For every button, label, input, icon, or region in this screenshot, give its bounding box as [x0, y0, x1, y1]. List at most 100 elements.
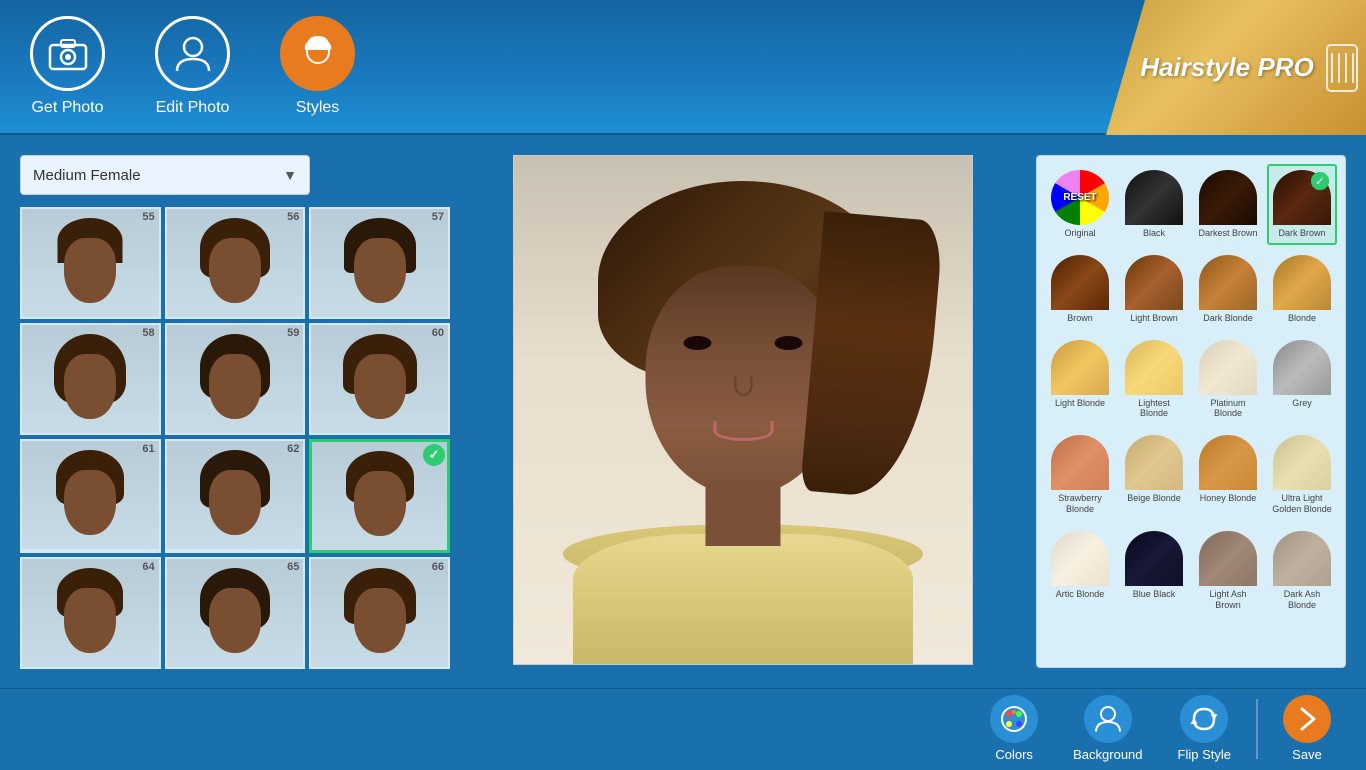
color-original[interactable]: RESET Original [1045, 164, 1115, 245]
color-light-blonde[interactable]: Light Blonde [1045, 334, 1115, 426]
flip-icon [1189, 704, 1219, 734]
styles-panel: Medium Female ▼ 55 [20, 155, 450, 668]
blue-black-swatch [1125, 531, 1183, 586]
color-label-original: Original [1064, 228, 1095, 239]
flip-style-button[interactable]: Flip Style [1163, 687, 1246, 770]
color-label-darkest-brown: Darkest Brown [1198, 228, 1257, 239]
dark-brown-swatch-wrap: ✓ [1273, 170, 1331, 225]
style-num-56: 56 [287, 211, 299, 223]
get-photo-label: Get Photo [31, 99, 103, 117]
bottom-divider [1256, 699, 1258, 759]
color-label-light-brown: Light Brown [1130, 313, 1178, 324]
nav-get-photo[interactable]: Get Photo [30, 16, 105, 117]
color-lightest-blonde[interactable]: Lightest Blonde [1119, 334, 1189, 426]
artic-blonde-swatch [1051, 531, 1109, 586]
color-darkest-brown[interactable]: Darkest Brown [1193, 164, 1263, 245]
lightest-blonde-swatch-wrap [1125, 340, 1183, 395]
style-num-64: 64 [142, 561, 154, 573]
background-button[interactable]: Background [1058, 687, 1157, 770]
styles-dropdown[interactable]: Medium Female ▼ [20, 155, 310, 195]
color-blue-black[interactable]: Blue Black [1119, 525, 1189, 617]
brand-area: Hairstyle PRO [1106, 0, 1366, 135]
color-dark-brown[interactable]: ✓ Dark Brown [1267, 164, 1337, 245]
dark-blonde-swatch [1199, 255, 1257, 310]
chevron-down-icon: ▼ [283, 167, 297, 183]
darkest-brown-swatch [1199, 170, 1257, 225]
color-label-lightest-blonde: Lightest Blonde [1123, 398, 1185, 420]
style-item-58[interactable]: 58 [20, 323, 161, 435]
color-honey-blonde[interactable]: Honey Blonde [1193, 429, 1263, 521]
grey-swatch [1273, 340, 1331, 395]
color-light-brown[interactable]: Light Brown [1119, 249, 1189, 330]
artic-blonde-swatch-wrap [1051, 531, 1109, 586]
style-item-60[interactable]: 60 [309, 323, 450, 435]
person-icon [175, 35, 211, 73]
color-label-honey-blonde: Honey Blonde [1200, 493, 1257, 504]
honey-blonde-swatch-wrap [1199, 435, 1257, 490]
color-ultra-light[interactable]: Ultra Light Golden Blonde [1267, 429, 1337, 521]
color-grid: RESET Original Black Darkest Brown [1045, 164, 1337, 616]
background-person-icon [1093, 704, 1123, 734]
color-strawberry-blonde[interactable]: Strawberry Blonde [1045, 429, 1115, 521]
blonde-swatch-wrap [1273, 255, 1331, 310]
color-dark-ash-blonde[interactable]: Dark Ash Blonde [1267, 525, 1337, 617]
color-dark-blonde[interactable]: Dark Blonde [1193, 249, 1263, 330]
color-black[interactable]: Black [1119, 164, 1189, 245]
dark-blonde-swatch-wrap [1199, 255, 1257, 310]
selected-color-check: ✓ [1311, 172, 1329, 190]
nav-edit-photo[interactable]: Edit Photo [155, 16, 230, 117]
color-label-dark-brown: Dark Brown [1278, 228, 1325, 239]
color-platinum-blonde[interactable]: Platinum Blonde [1193, 334, 1263, 426]
style-item-59[interactable]: 59 [165, 323, 306, 435]
header: Get Photo Edit Photo Styles Hairstyle PR… [0, 0, 1366, 135]
color-label-light-blonde: Light Blonde [1055, 398, 1105, 409]
bottom-actions: Colors Background Flip Style [975, 687, 1346, 770]
strawberry-blonde-swatch [1051, 435, 1109, 490]
style-item-65[interactable]: 65 [165, 557, 306, 669]
color-blonde[interactable]: Blonde [1267, 249, 1337, 330]
colors-panel: RESET Original Black Darkest Brown [1036, 155, 1346, 668]
style-num-58: 58 [142, 327, 154, 339]
style-item-57[interactable]: 57 [309, 207, 450, 319]
reset-text: RESET [1063, 192, 1096, 203]
flip-style-icon [1180, 695, 1228, 743]
color-brown[interactable]: Brown [1045, 249, 1115, 330]
color-artic-blonde[interactable]: Artic Blonde [1045, 525, 1115, 617]
light-blonde-swatch [1051, 340, 1109, 395]
reset-swatch: RESET [1051, 170, 1109, 225]
style-thumb-61 [22, 441, 159, 549]
style-thumb-56 [167, 209, 304, 317]
dark-ash-blonde-swatch [1273, 531, 1331, 586]
selected-checkmark: ✓ [423, 444, 445, 466]
style-item-63[interactable]: ✓ [309, 439, 450, 553]
flip-style-label: Flip Style [1178, 747, 1231, 762]
background-label: Background [1073, 747, 1142, 762]
style-thumb-64 [22, 559, 159, 667]
color-label-light-ash-brown: Light Ash Brown [1197, 589, 1259, 611]
style-item-66[interactable]: 66 [309, 557, 450, 669]
light-brown-swatch [1125, 255, 1183, 310]
beige-blonde-swatch [1125, 435, 1183, 490]
style-item-56[interactable]: 56 [165, 207, 306, 319]
nav-styles[interactable]: Styles [280, 16, 355, 117]
colors-button[interactable]: Colors [975, 687, 1053, 770]
color-grey[interactable]: Grey [1267, 334, 1337, 426]
edit-photo-label: Edit Photo [156, 99, 230, 117]
color-label-blue-black: Blue Black [1133, 589, 1176, 600]
style-thumb-60 [311, 325, 448, 433]
styles-label: Styles [296, 99, 340, 117]
hair-icon [299, 34, 337, 74]
save-button[interactable]: Save [1268, 687, 1346, 770]
style-item-61[interactable]: 61 [20, 439, 161, 553]
save-label: Save [1292, 747, 1322, 762]
style-item-62[interactable]: 62 [165, 439, 306, 553]
color-beige-blonde[interactable]: Beige Blonde [1119, 429, 1189, 521]
color-label-grey: Grey [1292, 398, 1312, 409]
color-light-ash-brown[interactable]: Light Ash Brown [1193, 525, 1263, 617]
style-num-57: 57 [432, 211, 444, 223]
center-preview [465, 155, 1021, 668]
style-item-64[interactable]: 64 [20, 557, 161, 669]
style-item-55[interactable]: 55 [20, 207, 161, 319]
black-swatch-wrap [1125, 170, 1183, 225]
arrow-right-icon [1292, 704, 1322, 734]
